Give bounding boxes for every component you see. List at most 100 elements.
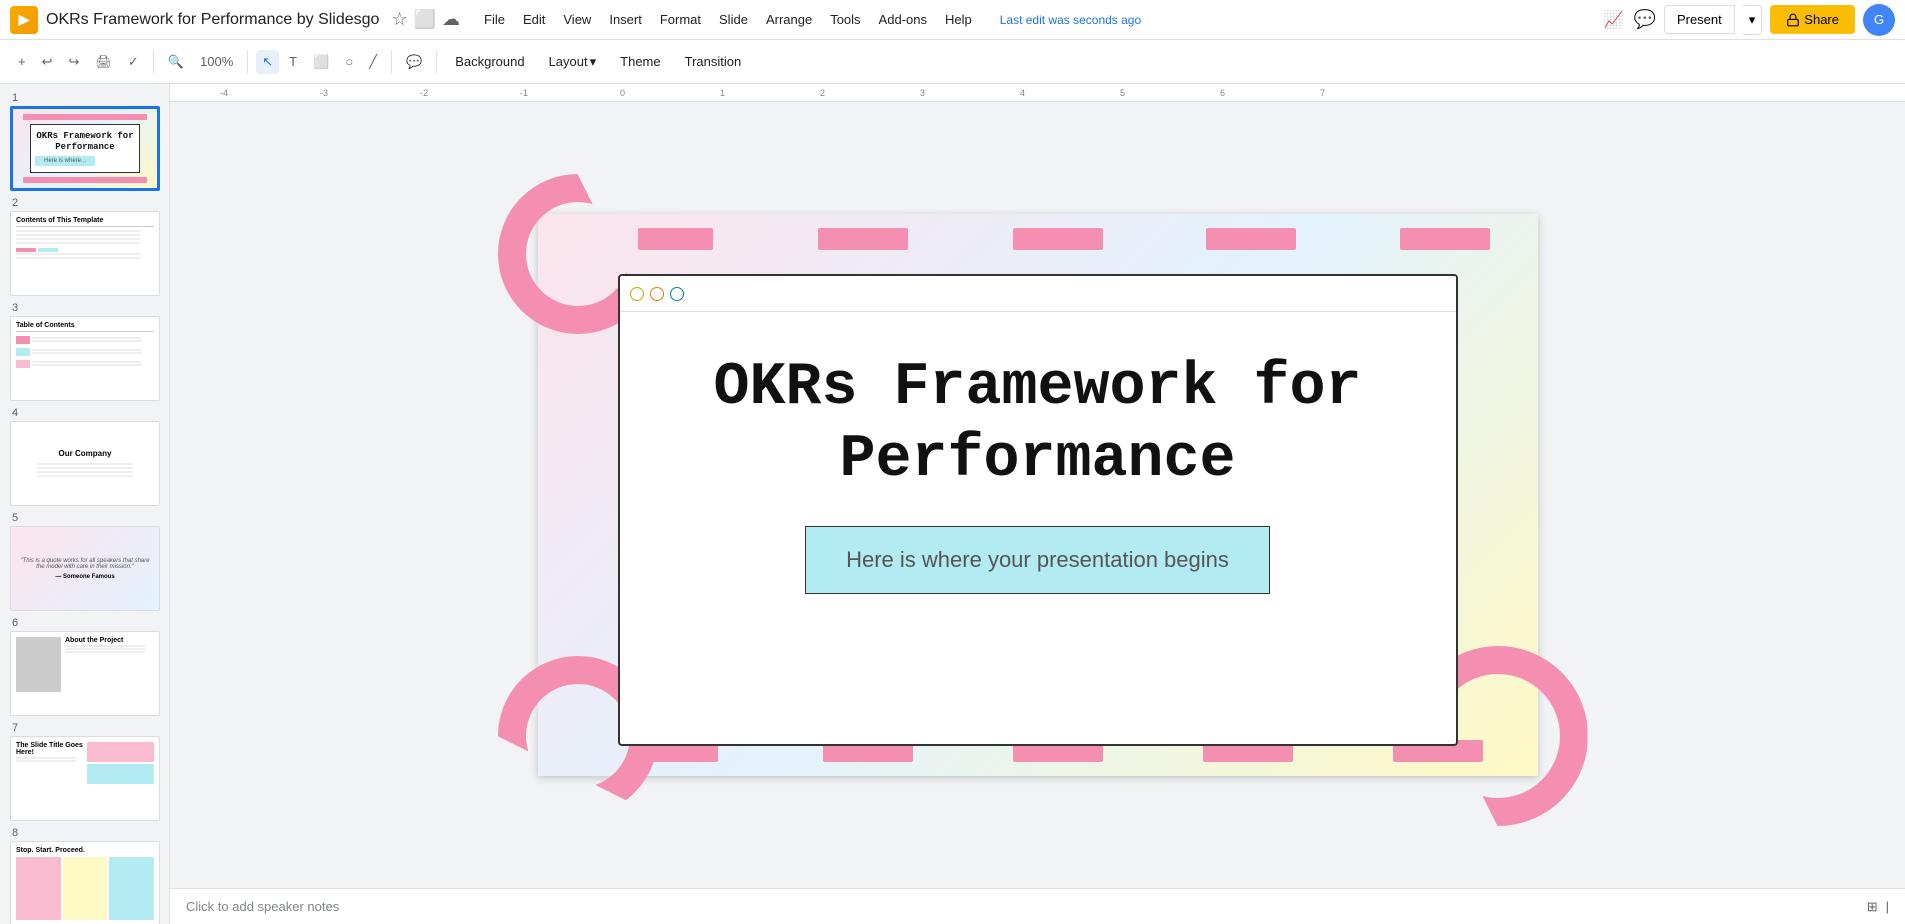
menu-arrange[interactable]: Arrange	[758, 8, 820, 31]
last-edit-link[interactable]: Last edit was seconds ago	[1000, 13, 1141, 27]
slide-thumb-4[interactable]: 4 Our Company	[10, 407, 159, 506]
slide-thumb-7[interactable]: 7 The Slide Title Goes Here!	[10, 722, 159, 821]
present-button[interactable]: Present	[1664, 5, 1735, 34]
deco-rect-top-1	[638, 228, 713, 250]
menu-tools[interactable]: Tools	[822, 8, 868, 31]
menu-format[interactable]: Format	[652, 8, 709, 31]
fit-button[interactable]: ⊞	[1867, 899, 1878, 915]
deco-rect-top-4	[1206, 228, 1296, 250]
menu-file[interactable]: File	[476, 8, 513, 31]
layout-label: Layout	[549, 54, 588, 69]
slide-canvas-wrapper: OKRs Framework for Performance Here is w…	[170, 102, 1905, 888]
browser-dot-orange	[650, 287, 664, 301]
bottom-bar: Click to add speaker notes ⊞ |	[170, 888, 1905, 924]
user-avatar: G	[1863, 4, 1895, 36]
slide-canvas[interactable]: OKRs Framework for Performance Here is w…	[538, 214, 1538, 776]
slide-thumb-1[interactable]: 1 OKRs Framework for Performance Here is…	[10, 92, 159, 191]
theme-label: Theme	[620, 54, 660, 69]
slide-thumb-3[interactable]: 3 Table of Contents	[10, 302, 159, 401]
toolbar-text-button[interactable]: T	[283, 50, 303, 73]
toolbar-shape-button[interactable]: ○	[339, 50, 359, 73]
zoom-controls: ⊞ |	[1867, 899, 1889, 915]
slide-thumb-6[interactable]: 6 About the Project	[10, 617, 159, 716]
deco-rect-top-2	[818, 228, 908, 250]
slide-thumb-2[interactable]: 2 Contents of This Template	[10, 197, 159, 296]
share-label: Share	[1804, 12, 1839, 27]
toolbar: + ↩ ↪ 🖨 ✓ 🔍 100% ↖ T ⬜ ○ ╱ 💬 Background …	[0, 40, 1905, 84]
present-dropdown-button[interactable]: ▾	[1743, 5, 1763, 35]
toolbar-background-button[interactable]: Background	[445, 49, 534, 74]
folder-icon[interactable]: ⬜	[414, 9, 436, 30]
canvas-area: -4 -3 -2 -1 0 1 2 3 4 5 6 7	[170, 84, 1905, 924]
slide-img-2: Contents of This Template	[10, 211, 160, 296]
svg-text:0: 0	[620, 88, 625, 98]
slide-thumb-8[interactable]: 8 Stop. Start. Proceed.	[10, 827, 159, 924]
toolbar-zoom-button[interactable]: 🔍	[162, 50, 190, 74]
menu-addons[interactable]: Add-ons	[871, 8, 935, 31]
layout-chevron: ▾	[590, 54, 597, 70]
slide-num-3: 3	[10, 302, 159, 314]
slide-thumb-5[interactable]: 5 "This is a quote works for all speaker…	[10, 512, 159, 611]
slide-num-8: 8	[10, 827, 159, 839]
slide-num-7: 7	[10, 722, 159, 734]
svg-text:-2: -2	[420, 88, 428, 98]
right-buttons: 📈 💬 Present ▾ Share G	[1602, 4, 1895, 36]
toolbar-spellcheck-button[interactable]: ✓	[122, 50, 145, 74]
cloud-icon[interactable]: ☁	[442, 9, 460, 30]
slide-subtitle-box[interactable]: Here is where your presentation begins	[805, 526, 1270, 594]
svg-text:3: 3	[920, 88, 925, 98]
toolbar-add-button[interactable]: +	[12, 50, 32, 73]
speaker-notes[interactable]: Click to add speaker notes	[186, 899, 1867, 914]
toolbar-sep-3	[391, 50, 392, 74]
toolbar-transition-button[interactable]: Transition	[675, 49, 752, 74]
toolbar-theme-button[interactable]: Theme	[610, 49, 670, 74]
menu-help[interactable]: Help	[937, 8, 980, 31]
browser-content: OKRs Framework for Performance Here is w…	[620, 312, 1456, 744]
slide-img-4: Our Company	[10, 421, 160, 506]
menu-insert[interactable]: Insert	[601, 8, 650, 31]
share-button[interactable]: Share	[1770, 5, 1855, 34]
slide-main-title[interactable]: OKRs Framework for Performance	[640, 352, 1436, 496]
top-bar: ▶ OKRs Framework for Performance by Slid…	[0, 0, 1905, 40]
slide-img-5: "This is a quote works for all speakers …	[10, 526, 160, 611]
slide-num-1: 1	[10, 92, 159, 104]
svg-text:4: 4	[1020, 88, 1025, 98]
doc-title: OKRs Framework for Performance by Slides…	[46, 11, 379, 29]
menu-slide[interactable]: Slide	[711, 8, 756, 31]
slide-panel: 1 OKRs Framework for Performance Here is…	[0, 84, 170, 924]
browser-bar	[620, 276, 1456, 312]
toolbar-cursor-button[interactable]: ↖	[256, 50, 279, 74]
cursor-icon: |	[1886, 899, 1889, 914]
toolbar-undo-button[interactable]: ↩	[36, 50, 59, 74]
toolbar-image-button[interactable]: ⬜	[307, 50, 335, 74]
menu-view[interactable]: View	[555, 8, 599, 31]
browser-window[interactable]: OKRs Framework for Performance Here is w…	[618, 274, 1458, 746]
toolbar-print-button[interactable]: 🖨	[89, 50, 118, 74]
slide-img-6: About the Project	[10, 631, 160, 716]
toolbar-redo-button[interactable]: ↪	[63, 50, 86, 74]
menu-bar: File Edit View Insert Format Slide Arran…	[476, 8, 980, 31]
slide-subtitle-text: Here is where your presentation begins	[846, 547, 1229, 572]
svg-text:1: 1	[720, 88, 725, 98]
browser-dot-blue	[670, 287, 684, 301]
slide-img-8: Stop. Start. Proceed.	[10, 841, 160, 924]
toolbar-line-button[interactable]: ╱	[363, 50, 383, 74]
app-icon: ▶	[10, 6, 38, 34]
deco-rect-top-5	[1400, 228, 1490, 250]
comments-icon[interactable]: 💬	[1634, 9, 1656, 30]
toolbar-comment-button[interactable]: 💬	[400, 50, 428, 74]
menu-edit[interactable]: Edit	[515, 8, 553, 31]
toolbar-layout-button[interactable]: Layout ▾	[539, 49, 607, 75]
activity-icon[interactable]: 📈	[1602, 8, 1626, 32]
main-area: 1 OKRs Framework for Performance Here is…	[0, 84, 1905, 924]
toolbar-sep-2	[247, 50, 248, 74]
star-icon[interactable]: ☆	[391, 9, 407, 30]
svg-text:5: 5	[1120, 88, 1125, 98]
slide-num-5: 5	[10, 512, 159, 524]
browser-dot-yellow	[630, 287, 644, 301]
slide-img-7: The Slide Title Goes Here!	[10, 736, 160, 821]
toolbar-sep-4	[436, 50, 437, 74]
svg-text:7: 7	[1320, 88, 1325, 98]
slide-num-2: 2	[10, 197, 159, 209]
toolbar-zoom-value-button[interactable]: 100%	[194, 50, 239, 73]
